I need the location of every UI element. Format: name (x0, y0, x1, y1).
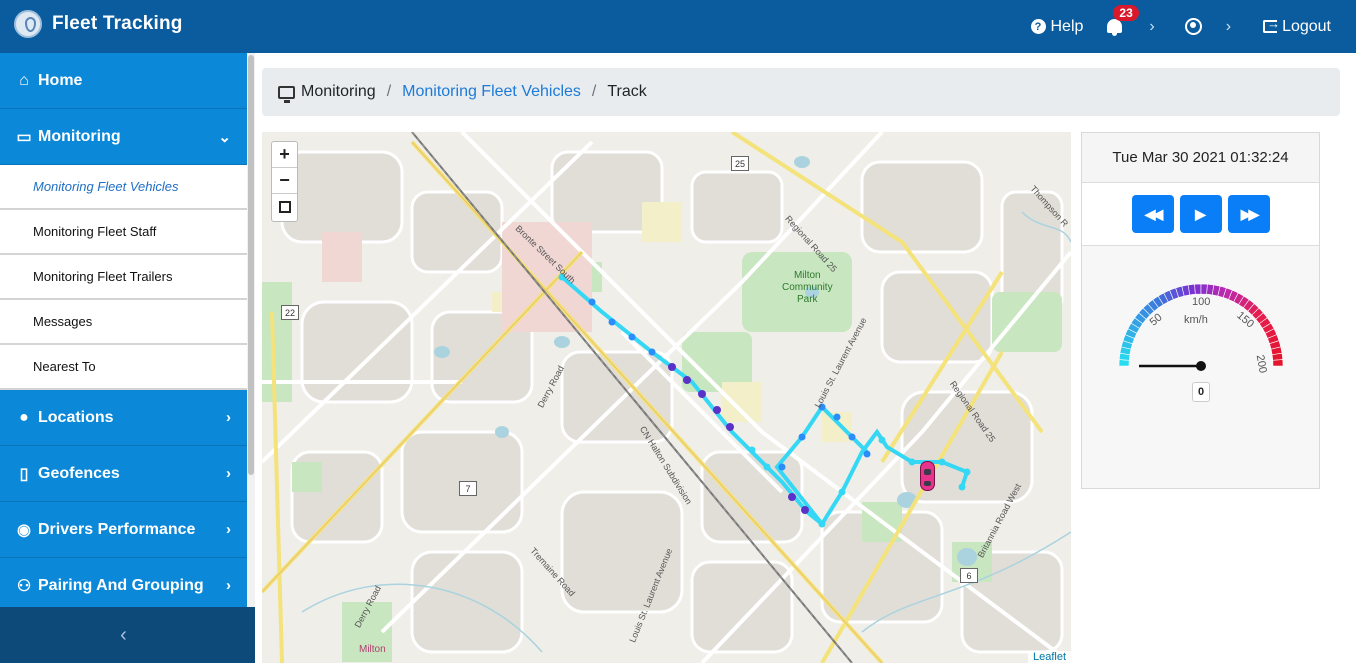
submenu-item-nearest-to[interactable]: Nearest To (0, 345, 247, 390)
help-link[interactable]: ? Help (1030, 17, 1084, 36)
chevron-right-icon: › (226, 465, 231, 482)
road-shield: 25 (731, 156, 749, 171)
sidebar-item-label: Locations (38, 408, 114, 426)
sidebar-scrollbar[interactable] (247, 53, 255, 607)
playback-panel: Tue Mar 30 2021 01:32:24 ◀◀ ▶ ▶▶ km/h 50… (1081, 132, 1320, 489)
breadcrumb-item-fleet-vehicles[interactable]: Monitoring Fleet Vehicles (402, 83, 581, 101)
speed-value: 0 (1192, 382, 1210, 402)
fit-bounds-button[interactable] (272, 194, 297, 220)
breadcrumb-separator: / (386, 83, 392, 100)
monitor-icon: ▭ (16, 128, 32, 146)
sidebar-collapse-button[interactable]: ‹ (0, 607, 247, 663)
sidebar-item-label: Home (38, 71, 83, 89)
sidebar-item-label: Pairing And Grouping (38, 576, 204, 594)
sidebar-item-geofences[interactable]: ▯ Geofences › (0, 446, 247, 502)
top-navbar: Fleet Tracking ? Help 23 › › Logout (0, 0, 1356, 53)
chevron-down-icon: ⌄ (218, 128, 231, 146)
fast-forward-button[interactable]: ▶▶ (1227, 195, 1270, 233)
zoom-in-button[interactable]: + (272, 142, 297, 168)
app-title: Fleet Tracking (52, 13, 183, 34)
scrollbar-thumb[interactable] (248, 55, 254, 475)
rewind-button[interactable]: ◀◀ (1131, 195, 1174, 233)
gauge-arc-segment (1272, 359, 1284, 367)
sidebar-item-home[interactable]: ⌂ Home (0, 53, 247, 109)
bell-icon (1107, 18, 1123, 36)
zoom-out-button[interactable]: − (272, 168, 297, 194)
play-icon: ▶ (1195, 205, 1206, 222)
gauge-arc-segment (1194, 283, 1202, 295)
sidebar-menu: ⌂ Home ▭ Monitoring ⌄ Monitoring Fleet V… (0, 53, 247, 607)
top-right-nav: ? Help 23 › › Logout (1030, 0, 1356, 53)
playback-datetime: Tue Mar 30 2021 01:32:24 (1082, 133, 1319, 183)
driver-icon: ◉ (17, 521, 31, 539)
chevron-left-icon: ‹ (120, 623, 127, 646)
fast-backward-icon: ◀◀ (1144, 205, 1163, 222)
gauge-needle-hub (1196, 361, 1206, 371)
sidebar-item-pairing-and-grouping[interactable]: ⚇ Pairing And Grouping › (0, 558, 247, 607)
breadcrumb: Monitoring / Monitoring Fleet Vehicles /… (262, 68, 1340, 116)
question-circle-icon: ? (1030, 19, 1046, 34)
desktop-icon (278, 85, 295, 103)
sidebar: ⌂ Home ▭ Monitoring ⌄ Monitoring Fleet V… (0, 53, 255, 663)
breadcrumb-separator: / (591, 83, 597, 100)
speedometer-gauge (1118, 283, 1284, 371)
brand[interactable]: Fleet Tracking (14, 10, 183, 38)
logout-label: Logout (1282, 17, 1331, 35)
user-circle-icon[interactable] (1184, 18, 1202, 35)
sidebar-item-monitoring[interactable]: ▭ Monitoring ⌄ (0, 109, 247, 165)
sidebar-item-label: Geofences (38, 464, 120, 482)
sidebar-item-drivers-performance[interactable]: ◉ Drivers Performance › (0, 502, 247, 558)
sign-out-icon (1263, 16, 1280, 33)
road-shield: 6 (960, 568, 978, 583)
gauge-tick-label: 100 (1192, 296, 1211, 308)
speed-unit: km/h (1184, 314, 1208, 326)
chevron-right-icon: › (226, 521, 231, 538)
map-attribution[interactable]: Leaflet (1027, 651, 1071, 663)
submenu-item-monitoring-fleet-vehicles[interactable]: Monitoring Fleet Vehicles (0, 165, 247, 210)
gauge-arc-segment (1271, 352, 1284, 361)
sidebar-item-label: Drivers Performance (38, 520, 196, 538)
gauge-arc-segment (1200, 283, 1208, 295)
gauge-arc-segment (1118, 359, 1130, 367)
expand-icon (278, 201, 291, 213)
chevron-right-icon[interactable]: › (1226, 18, 1231, 36)
submenu-item-messages[interactable]: Messages (0, 300, 247, 345)
map-label-park: Milton Community Park (782, 270, 833, 305)
road-shield: 22 (281, 305, 299, 320)
chevron-right-icon: › (226, 577, 231, 594)
chevron-right-icon: › (226, 409, 231, 426)
notifications-button[interactable]: 23 (1105, 4, 1139, 37)
playback-controls: ◀◀ ▶ ▶▶ (1082, 183, 1319, 246)
breadcrumb-item-track: Track (607, 83, 647, 100)
home-icon: ⌂ (19, 71, 29, 89)
sidebar-item-label: Monitoring (38, 127, 121, 145)
road-shield: 7 (459, 481, 477, 496)
sidebar-item-locations[interactable]: ● Locations › (0, 390, 247, 446)
vehicle-marker-icon[interactable] (920, 461, 935, 491)
fleet-logo-icon (14, 10, 42, 38)
submenu-item-monitoring-fleet-staff[interactable]: Monitoring Fleet Staff (0, 210, 247, 255)
monitoring-submenu: Monitoring Fleet Vehicles Monitoring Fle… (0, 165, 247, 390)
speedometer: km/h 50 100 150 200 0 (1082, 246, 1319, 486)
breadcrumb-item-monitoring[interactable]: Monitoring (301, 83, 376, 101)
submenu-item-monitoring-fleet-trailers[interactable]: Monitoring Fleet Trailers (0, 255, 247, 300)
location-pin-icon: ● (19, 408, 29, 426)
gauge-arc-segment (1187, 283, 1196, 296)
logout-button[interactable]: Logout (1263, 16, 1331, 36)
pairing-icon: ⚇ (16, 577, 32, 595)
chevron-right-icon[interactable]: › (1149, 18, 1154, 36)
help-label: Help (1050, 17, 1084, 35)
zoom-controls: + − (271, 141, 298, 222)
notification-count-badge: 23 (1113, 4, 1139, 21)
map-icon: ▯ (19, 465, 29, 483)
tracking-map[interactable]: Bronte Street South Derry Road Derry Roa… (262, 132, 1071, 663)
map-label-town: Milton (359, 644, 386, 655)
play-button[interactable]: ▶ (1179, 195, 1222, 233)
map-tiles (262, 132, 1071, 663)
fast-forward-icon: ▶▶ (1240, 205, 1259, 222)
